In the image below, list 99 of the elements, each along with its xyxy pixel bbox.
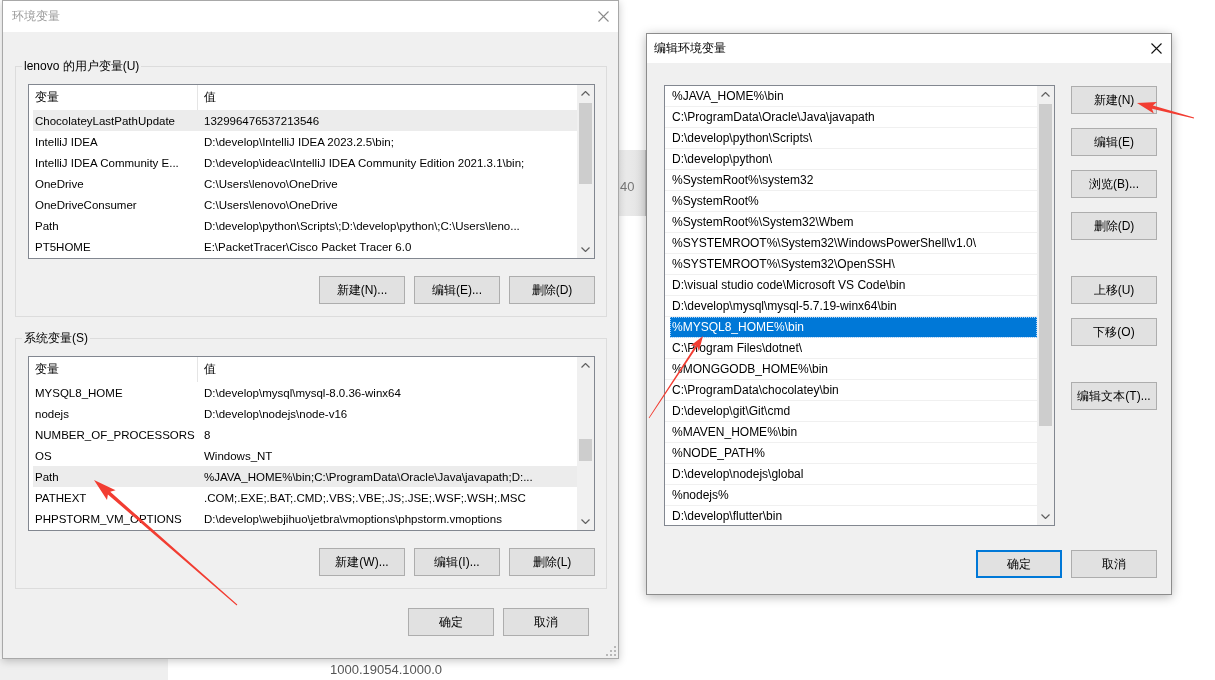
path-entry[interactable]: C:\ProgramData\Oracle\Java\javapath <box>665 107 1037 128</box>
window-title: 环境变量 <box>12 8 60 25</box>
dialog-button[interactable]: 新建(W)... <box>319 548 405 576</box>
table-cell-text: C:\Users\lenovo\OneDrive <box>203 177 338 190</box>
dialog-button[interactable]: 确定 <box>976 550 1062 578</box>
column-header[interactable]: 值 <box>198 357 216 382</box>
scrollbar-thumb[interactable] <box>579 103 592 184</box>
path-entry[interactable]: %NODE_PATH% <box>665 443 1037 464</box>
variable-row[interactable]: Path D:\develop\python\Scripts\;D:\develop\python\;C:\Users\leno... <box>33 215 577 236</box>
table-cell-text: .COM;.EXE;.BAT;.CMD;.VBS;.VBE;.JS;.JSE;.WSF;.WSH;.MSC <box>203 491 526 504</box>
variable-row[interactable]: nodejs D:\develop\nodejs\node-v16 <box>33 403 577 424</box>
resize-grip-icon[interactable] <box>606 646 616 656</box>
dialog-button[interactable]: 删除(D) <box>509 276 595 304</box>
variable-row[interactable]: OneDriveConsumer C:\Users\lenovo\OneDrive <box>33 194 577 215</box>
variable-row[interactable]: IntelliJ IDEA Community E... D:\develop\ideac\IntelliJ IDEA Community Edition 2021.3.1\bin; <box>33 152 577 173</box>
path-entry[interactable]: %SystemRoot%\system32 <box>665 170 1037 191</box>
close-icon <box>598 11 609 22</box>
table-cell-text: 132996476537213546 <box>203 114 320 127</box>
dialog-button[interactable]: 删除(L) <box>509 548 595 576</box>
scrollbar[interactable] <box>577 85 594 258</box>
scrollbar-thumb[interactable] <box>579 439 592 461</box>
chevron-up-icon[interactable] <box>581 363 590 368</box>
variable-row[interactable]: MYSQL8_HOME D:\develop\mysql\mysql-8.0.36-winx64 <box>33 382 577 403</box>
path-entry[interactable]: %MYSQL8_HOME%\bin <box>670 317 1037 338</box>
path-entry[interactable]: D:\develop\git\Git\cmd <box>665 401 1037 422</box>
dialog-button[interactable]: 取消 <box>1071 550 1157 578</box>
path-entry[interactable]: D:\develop\python\Scripts\ <box>665 128 1037 149</box>
dialog-button[interactable]: 下移(O) <box>1071 318 1157 346</box>
group-label: lenovo 的用户变量(U) <box>23 58 141 74</box>
table-cell-text: OneDrive <box>34 177 85 190</box>
variable-row[interactable]: OneDrive C:\Users\lenovo\OneDrive <box>33 173 577 194</box>
table-cell-text: D:\develop\webjihuo\jetbra\vmoptions\phpstorm.vmoptions <box>203 512 502 525</box>
path-entry[interactable]: D:\develop\python\ <box>665 149 1037 170</box>
close-button[interactable] <box>1151 43 1162 54</box>
table-cell-text: E:\PacketTracer\Cisco Packet Tracer 6.0 <box>203 240 412 253</box>
dialog-button[interactable]: 编辑(I)... <box>414 548 500 576</box>
column-header[interactable]: 值 <box>198 85 216 110</box>
variable-row[interactable]: OS Windows_NT <box>33 445 577 466</box>
table-cell-text: D:\develop\nodejs\node-v16 <box>203 407 348 420</box>
table-cell-text: PT5HOME <box>34 240 92 253</box>
table-cell-text: OneDriveConsumer <box>34 198 138 211</box>
path-entry[interactable]: %nodejs% <box>665 485 1037 506</box>
dialog-button[interactable]: 编辑(E)... <box>414 276 500 304</box>
variable-row[interactable]: ChocolateyLastPathUpdate 132996476537213546 <box>33 110 577 131</box>
variable-row[interactable]: IntelliJ IDEA D:\develop\IntelliJ IDEA 2023.2.5\bin; <box>33 131 577 152</box>
table-cell-text: Path <box>34 470 60 483</box>
chevron-down-icon[interactable] <box>581 519 590 524</box>
scrollbar[interactable] <box>1037 86 1054 525</box>
scrollbar-thumb[interactable] <box>1039 104 1052 426</box>
window-title: 编辑环境变量 <box>654 40 726 57</box>
dialog-button[interactable]: 上移(U) <box>1071 276 1157 304</box>
chevron-down-icon[interactable] <box>581 247 590 252</box>
path-entry[interactable]: %SYSTEMROOT%\System32\OpenSSH\ <box>665 254 1037 275</box>
table-cell-text: PATHEXT <box>34 491 88 504</box>
scrollbar[interactable] <box>577 357 594 530</box>
table-cell-text: IntelliJ IDEA Community E... <box>34 156 180 169</box>
table-cell-text: NUMBER_OF_PROCESSORS <box>34 428 196 441</box>
table-cell-text: Windows_NT <box>203 449 273 462</box>
path-entry[interactable]: D:\visual studio code\Microsoft VS Code\bin <box>665 275 1037 296</box>
table-cell-text: C:\Users\lenovo\OneDrive <box>203 198 338 211</box>
table-cell-text: OS <box>34 449 53 462</box>
table-cell-text: Path <box>34 219 60 232</box>
path-entry[interactable]: %SystemRoot%\System32\Wbem <box>665 212 1037 233</box>
path-entry[interactable]: D:\develop\nodejs\global <box>665 464 1037 485</box>
table-cell-text: MYSQL8_HOME <box>34 386 124 399</box>
table-cell-text: D:\develop\IntelliJ IDEA 2023.2.5\bin; <box>203 135 394 148</box>
table-cell-text: nodejs <box>34 407 70 420</box>
table-cell-text: %JAVA_HOME%\bin;C:\ProgramData\Oracle\Java\javapath;D:... <box>203 470 533 483</box>
variable-row[interactable]: NUMBER_OF_PROCESSORS 8 <box>33 424 577 445</box>
chevron-down-icon[interactable] <box>1041 514 1050 519</box>
column-header[interactable]: 变量 <box>33 357 198 382</box>
dialog-button[interactable]: 编辑(E) <box>1071 128 1157 156</box>
table-cell-text: ChocolateyLastPathUpdate <box>34 114 176 127</box>
chevron-up-icon[interactable] <box>1041 92 1050 97</box>
variable-row[interactable]: Path %JAVA_HOME%\bin;C:\ProgramData\Oracle\Java\javapath;D:... <box>33 466 577 487</box>
group-label: 系统变量(S) <box>23 330 89 346</box>
table-cell-text: IntelliJ IDEA <box>34 135 99 148</box>
dialog-button[interactable]: 删除(D) <box>1071 212 1157 240</box>
path-entry[interactable]: %MAVEN_HOME%\bin <box>665 422 1037 443</box>
close-icon <box>1151 43 1162 54</box>
chevron-up-icon[interactable] <box>581 91 590 96</box>
path-entry[interactable]: %SystemRoot% <box>665 191 1037 212</box>
variable-row[interactable]: PATHEXT .COM;.EXE;.BAT;.CMD;.VBS;.VBE;.JS;.JSE;.WSF;.WSH;.MSC <box>33 487 577 508</box>
dialog-button[interactable]: 编辑文本(T)... <box>1071 382 1157 410</box>
dialog-button[interactable]: 新建(N) <box>1071 86 1157 114</box>
dialog-button[interactable]: 取消 <box>503 608 589 636</box>
table-cell-text: D:\develop\ideac\IntelliJ IDEA Community Edition 2021.3.1\bin; <box>203 156 525 169</box>
table-cell-text: 8 <box>203 428 211 441</box>
table-cell-text: D:\develop\mysql\mysql-8.0.36-winx64 <box>203 386 401 399</box>
dialog-button[interactable]: 浏览(B)... <box>1071 170 1157 198</box>
dialog-button[interactable]: 确定 <box>408 608 494 636</box>
table-cell-text: D:\develop\python\Scripts\;D:\develop\python\;C:\Users\leno... <box>203 219 520 232</box>
path-entry[interactable]: %JAVA_HOME%\bin <box>665 86 1037 107</box>
annotation-arrow <box>1137 102 1195 119</box>
path-entry[interactable]: %SYSTEMROOT%\System32\WindowsPowerShell\v1.0\ <box>665 233 1037 254</box>
background-text: 40 <box>620 179 635 194</box>
variable-row[interactable]: PT5HOME E:\PacketTracer\Cisco Packet Tracer 6.0 <box>33 236 577 257</box>
version-text: 1000.19054.1000.0 <box>330 662 443 677</box>
dialog-button[interactable]: 新建(N)... <box>319 276 405 304</box>
